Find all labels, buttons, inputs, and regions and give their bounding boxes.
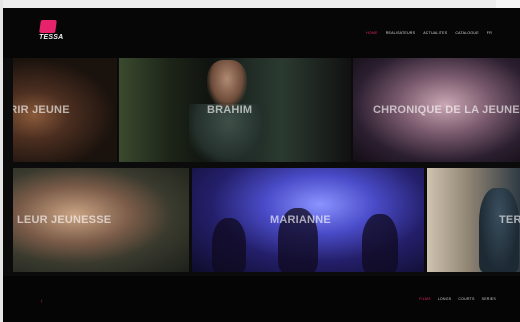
film-still-face — [207, 60, 247, 108]
film-still-figure — [212, 218, 246, 272]
footer-nav: Films Longs Courts Series — [419, 297, 496, 301]
nav-item-language[interactable]: FR — [487, 31, 492, 35]
nav-item-actualites[interactable]: Actualites — [423, 31, 447, 35]
film-grid: MOURIR JEUNE BRAHIM CHRONIQUE DE LA JEUN… — [3, 58, 520, 276]
footer-mark: | — [41, 298, 43, 303]
site-logo[interactable]: TESSA — [37, 18, 67, 48]
film-still-figure — [362, 214, 398, 272]
film-still-figure — [479, 188, 519, 272]
film-tile-chronique[interactable]: CHRONIQUE DE LA JEUNESSE — [353, 58, 520, 162]
nav-item-catalogue[interactable]: Catalogue — [455, 31, 478, 35]
footer-nav-longs[interactable]: Longs — [438, 297, 452, 301]
logo-text: TESSA — [39, 34, 64, 41]
film-title: CHRONIQUE DE LA JEUNESSE — [373, 104, 520, 116]
nav-item-home[interactable]: Home — [366, 31, 378, 35]
footer-nav-courts[interactable]: Courts — [458, 297, 474, 301]
frame-notch — [496, 0, 520, 8]
nav-item-realisateurs[interactable]: Realisateurs — [386, 31, 416, 35]
site-header: TESSA Home Realisateurs Actualites Catal… — [3, 8, 520, 58]
site-footer: | Films Longs Courts Series — [3, 276, 520, 322]
film-title: TERRE — [499, 214, 520, 226]
logo-pink-mark — [39, 20, 57, 33]
film-title: BRAHIM — [207, 104, 253, 116]
film-tile-leur-jeunesse[interactable]: LEUR JEUNESSE — [13, 168, 189, 272]
browser-frame-top — [0, 0, 520, 8]
footer-nav-series[interactable]: Series — [482, 297, 496, 301]
film-title: MOURIR JEUNE — [13, 104, 70, 116]
main-nav: Home Realisateurs Actualites Catalogue F… — [366, 31, 492, 35]
film-tile-terre[interactable]: TERRE — [427, 168, 520, 272]
film-title: MARIANNE — [270, 214, 331, 226]
film-tile-mourir-jeune[interactable]: MOURIR JEUNE — [13, 58, 117, 162]
footer-nav-films[interactable]: Films — [419, 297, 431, 301]
film-title: LEUR JEUNESSE — [17, 214, 112, 226]
film-tile-brahim[interactable]: BRAHIM — [119, 58, 351, 162]
film-tile-marianne[interactable]: MARIANNE — [192, 168, 424, 272]
